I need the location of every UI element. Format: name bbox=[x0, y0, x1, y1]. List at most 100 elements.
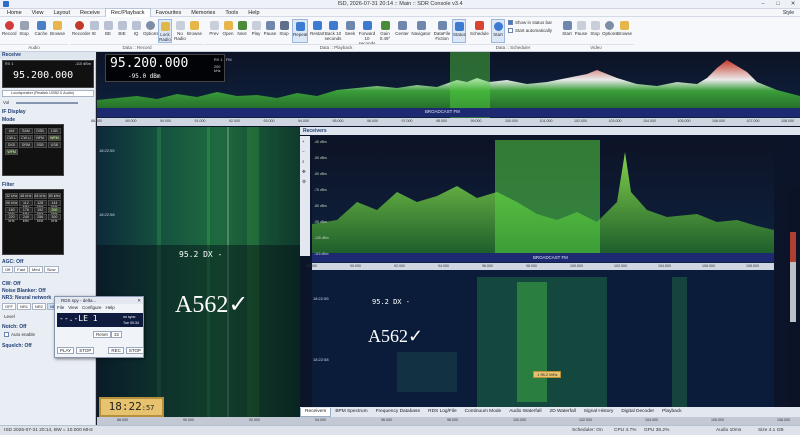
nr3-label[interactable]: NR3: Neural network bbox=[2, 295, 51, 301]
filter-button-13[interactable]: 240 kHz bbox=[19, 214, 33, 223]
filter-button-12[interactable]: 220 kHz bbox=[5, 214, 19, 223]
no-radio-button[interactable]: No Radio bbox=[173, 19, 187, 43]
receiver-marker[interactable]: 1 95.2 MHz bbox=[533, 371, 562, 378]
show-in-status-bar-checkbox[interactable]: Show in status bar bbox=[508, 20, 552, 25]
popup-stop-button[interactable]: STOP bbox=[76, 347, 95, 354]
main-display[interactable]: 95.200.000 RX 1 FM 200 kHz -95.0 dBm BRO… bbox=[91, 52, 800, 435]
zoom-in-icon[interactable]: + bbox=[302, 139, 305, 144]
mode-button-dsb-2[interactable]: DSB bbox=[33, 128, 47, 134]
if-display-label[interactable]: IF Display bbox=[2, 109, 26, 115]
popup-menu-configure[interactable]: Configure bbox=[82, 304, 102, 311]
close-button[interactable]: ✕ bbox=[786, 0, 800, 9]
filter-button-2[interactable]: 64 kHz bbox=[33, 193, 47, 199]
mode-button-drm-9[interactable]: DRM bbox=[19, 142, 33, 148]
ie-button[interactable]: IE bbox=[87, 19, 101, 43]
rds-spy-window[interactable]: RDS spy - delta... ✕ File View Configure… bbox=[54, 296, 145, 358]
center-button[interactable]: Center bbox=[395, 19, 409, 43]
start-automatically-checkbox[interactable]: Start automatically bbox=[508, 28, 552, 33]
menu-layout[interactable]: Layout bbox=[49, 9, 76, 17]
audio-browse-button[interactable]: Browse bbox=[50, 19, 65, 43]
repeat-button[interactable]: Repeat bbox=[292, 19, 308, 43]
playback-stop-button[interactable]: Stop bbox=[277, 19, 291, 43]
popup-close-icon[interactable]: ✕ bbox=[137, 297, 141, 304]
iq-button[interactable]: IQ bbox=[129, 19, 143, 43]
menu-receive[interactable]: Receive bbox=[75, 9, 105, 17]
filter-button-10[interactable]: 192 kHz bbox=[33, 207, 47, 216]
recorder-button[interactable]: Recorder bbox=[72, 19, 91, 43]
schedule-button[interactable]: Schedule bbox=[470, 19, 489, 43]
top-frequency-scale[interactable]: 88.000 89.000 90.000 91.000 92.000 93.000 94.0… bbox=[91, 118, 800, 126]
menu-tools[interactable]: Tools bbox=[220, 9, 243, 17]
mode-button-usb-11[interactable]: USB bbox=[47, 142, 61, 148]
minimize-button[interactable]: – bbox=[756, 0, 770, 9]
mode-button-sam-1[interactable]: SAM bbox=[19, 128, 33, 134]
filter-button-4[interactable]: 96 kHz bbox=[5, 200, 19, 206]
tab-continuum-mode[interactable]: Continuum Mode bbox=[461, 408, 506, 416]
prev-button[interactable]: Prev bbox=[207, 19, 221, 43]
popup-menu-view[interactable]: View bbox=[68, 304, 78, 311]
nr-option-nr2[interactable]: NR2 bbox=[32, 303, 47, 310]
lock-radio-button[interactable]: Lock Radio bbox=[158, 19, 172, 43]
bottom-scrollbar[interactable]: 88.000 90.000 92.000 94.000 96.000 98.000 100.… bbox=[97, 417, 800, 425]
be-button[interactable]: BE bbox=[101, 19, 115, 43]
status-button[interactable]: Status bbox=[452, 19, 466, 43]
video-options-button[interactable]: Options bbox=[602, 19, 618, 43]
menu-memories[interactable]: Memories bbox=[186, 9, 220, 17]
noise-blanker-label[interactable]: Noise Blanker: Off bbox=[2, 288, 46, 294]
popup-play-button[interactable]: PLAY bbox=[57, 347, 75, 354]
video-start-button[interactable]: Start bbox=[560, 19, 574, 43]
datafile-fiction-button[interactable]: DataFile Fiction bbox=[433, 19, 451, 43]
tab-frequency-database[interactable]: Frequency Database bbox=[372, 408, 425, 416]
filter-button-3[interactable]: 80 kHz bbox=[47, 193, 61, 199]
options-button[interactable]: Options bbox=[143, 19, 159, 43]
squelch-label[interactable]: Squelch: Off bbox=[2, 343, 32, 349]
menu-help[interactable]: Help bbox=[243, 9, 264, 17]
menu-favourites[interactable]: Favourites bbox=[151, 9, 187, 17]
popup-reset-button[interactable]: Reset bbox=[93, 331, 111, 338]
agc-label[interactable]: AGC: Off bbox=[2, 259, 23, 265]
filter-button-0[interactable]: 32 kHz bbox=[5, 193, 19, 199]
mode-button-digi-8[interactable]: DIGI bbox=[5, 142, 19, 148]
bie-button[interactable]: BIE bbox=[115, 19, 129, 43]
forward-10-button[interactable]: Forward 10 seconds bbox=[358, 19, 376, 46]
mode-button-wfm-7[interactable]: WFM bbox=[47, 135, 61, 141]
filter-button-8[interactable]: 160 kHz bbox=[5, 207, 19, 216]
zoom-out-icon[interactable]: − bbox=[302, 149, 305, 154]
filter-button-11[interactable]: 200 kHz bbox=[47, 207, 61, 216]
tab-audio-waterfall[interactable]: Audio Waterfall bbox=[505, 408, 545, 416]
video-stop-button[interactable]: Stop bbox=[588, 19, 602, 43]
mode-button-am-0[interactable]: AM bbox=[5, 128, 19, 134]
popup-value-field[interactable]: 32 bbox=[111, 331, 123, 338]
scheduler-start-button[interactable]: Start bbox=[491, 19, 505, 43]
style-menu[interactable]: Style bbox=[783, 10, 800, 16]
filter-button-1[interactable]: 48 kHz bbox=[19, 193, 33, 199]
record-browse-button[interactable]: Browse bbox=[187, 19, 202, 43]
pause-button[interactable]: Pause bbox=[263, 19, 277, 43]
back-10-button[interactable]: Back 10 seconds bbox=[324, 19, 342, 43]
video-pause-button[interactable]: Pause bbox=[574, 19, 588, 43]
mode-button-nfm-6[interactable]: NFM bbox=[33, 135, 47, 141]
tab-digital-decoder[interactable]: Digital Decoder bbox=[617, 408, 658, 416]
audio-device-select[interactable]: Loudspeaker (Realtek USB2.0 Audio) bbox=[2, 90, 94, 97]
restart-button[interactable]: Restart bbox=[310, 19, 325, 43]
open-button[interactable]: Open bbox=[221, 19, 235, 43]
menu-view[interactable]: View bbox=[27, 9, 49, 17]
mode-button-cw-u-5[interactable]: CW-U bbox=[19, 135, 33, 141]
pan-icon[interactable]: ✥ bbox=[302, 169, 306, 175]
filter-button-5[interactable]: 112 kHz bbox=[19, 200, 33, 209]
mode-button-cw-l-4[interactable]: CW-L bbox=[5, 135, 19, 141]
notch-label[interactable]: Notch: Off bbox=[2, 324, 26, 330]
menu-home[interactable]: Home bbox=[2, 9, 27, 17]
nr-option-off[interactable]: OFF bbox=[2, 303, 16, 310]
tab-rds-log-file[interactable]: RDS Log/File bbox=[424, 408, 461, 416]
audio-stop-button[interactable]: Stop bbox=[17, 19, 31, 43]
menu-rec-playback[interactable]: Rec/Playback bbox=[104, 8, 151, 17]
top-frequency[interactable]: 95.200.000 bbox=[110, 56, 188, 71]
agc-option-med[interactable]: Med bbox=[29, 266, 43, 273]
mode-button-wfm-12[interactable]: WFM bbox=[5, 149, 19, 155]
tab-2d-waterfall[interactable]: 2D Waterfall bbox=[546, 408, 580, 416]
auto-enable-checkbox[interactable]: Auto enable bbox=[4, 332, 35, 337]
video-browse-button[interactable]: Browse bbox=[617, 19, 632, 43]
filter-button-6[interactable]: 128 kHz bbox=[33, 200, 47, 209]
audio-record-button[interactable]: Record bbox=[2, 19, 17, 43]
